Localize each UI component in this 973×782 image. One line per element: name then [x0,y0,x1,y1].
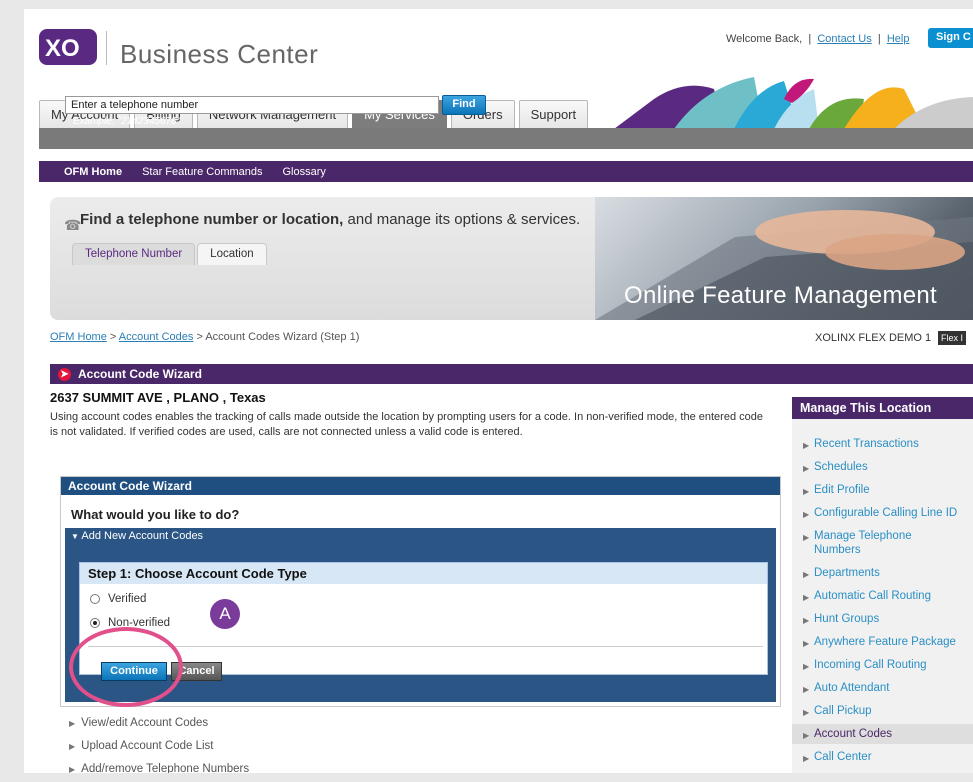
option-verified-label: Verified [108,593,147,605]
radio-non-verified[interactable] [90,618,100,628]
sign-in-button[interactable]: Sign C [928,28,973,48]
caret-right-icon: ▶ [803,708,810,717]
caret-right-icon: ▶ [803,685,810,694]
caret-down-icon: ▼ [71,532,79,541]
telephone-search-input[interactable]: Enter a telephone number [65,96,439,114]
caret-right-icon: ▶ [69,764,76,774]
wizard-description: Using account codes enables the tracking… [50,411,763,438]
subnav-glossary[interactable]: Glossary [283,166,326,178]
location-address: 2637 SUMMIT AVE , PLANO , Texas [50,390,266,405]
wizard-title: Account Code Wizard [78,367,202,381]
step-title: Step 1: Choose Account Code Type [80,563,767,584]
sub-navigation: OFM Home Star Feature Commands Glossary [39,161,973,182]
caret-right-icon: ▶ [803,593,810,602]
arrow-circle-icon: ➤ [58,367,71,381]
sidebar-item-schedules[interactable]: ▶ Schedules [792,460,973,474]
breadcrumb-account-codes[interactable]: Account Codes [119,331,194,343]
annotation-highlight-ring [69,627,183,707]
account-type-tag: Flex I [938,331,967,345]
search-example-hint: Example: "2142345678" [73,116,181,127]
caret-right-icon: ▶ [803,464,810,473]
sidebar-item-automatic-call-routing[interactable]: ▶ Automatic Call Routing [792,589,973,603]
account-name: XOLINX FLEX DEMO 1 [815,332,932,344]
sidebar-item-recent-transactions[interactable]: ▶ Recent Transactions [792,437,973,451]
search-tabs: Telephone Number Location [72,243,267,265]
caret-right-icon: ▶ [69,741,76,751]
manage-location-sidebar: Manage This Location ▶ Recent Transaction… [792,397,973,773]
sidebar-item-edit-profile[interactable]: ▶ Edit Profile [792,483,973,497]
svg-text:XO: XO [45,35,80,62]
sidebar-item-auto-attendant[interactable]: ▶ Auto Attendant [792,681,973,695]
caret-right-icon: ▶ [803,487,810,496]
caret-right-icon: ▶ [803,616,810,625]
breadcrumb-ofm-home[interactable]: OFM Home [50,331,107,343]
caret-right-icon: ▶ [803,662,810,671]
logo-divider [106,31,107,65]
link-add-remove-numbers[interactable]: ▶ Add/remove Telephone Numbers [69,763,249,773]
xo-logo[interactable]: XO [39,29,97,65]
caret-right-icon: ▶ [803,510,810,519]
help-link[interactable]: Help [887,33,910,45]
option-verified[interactable]: Verified [90,593,146,605]
welcome-text: Welcome Back, [726,33,803,45]
sidebar-item-call-center[interactable]: ▶ Call Center [792,750,973,764]
sidebar-item-anywhere-feature-package[interactable]: ▶ Anywhere Feature Package [792,635,973,649]
step-box: Step 1: Choose Account Code Type Verifie… [79,562,768,675]
tab-support[interactable]: Support [518,100,589,128]
wizard-panel-title: Account Code Wizard [61,477,780,495]
decorative-wave-graphic [614,77,973,129]
sidebar-item-incoming-call-routing[interactable]: ▶ Incoming Call Routing [792,658,973,672]
accordion-label: Add New Account Codes [81,530,204,542]
wizard-question: What would you like to do? [71,507,240,522]
business-center-page: XO Business Center Welcome Back, | Conta… [24,9,973,773]
caret-right-icon: ▶ [803,731,810,740]
caret-right-icon: ▶ [69,718,76,728]
breadcrumb-current: > Account Codes Wizard (Step 1) [193,331,360,343]
sidebar-item-hunt-groups[interactable]: ▶ Hunt Groups [792,612,973,626]
phone-icon: ☎ [64,217,82,233]
caret-right-icon: ▶ [803,570,810,579]
breadcrumb: OFM Home > Account Codes > Account Codes… [50,331,360,343]
radio-verified[interactable] [90,594,100,604]
contact-us-link[interactable]: Contact Us [817,33,871,45]
tab-telephone-number[interactable]: Telephone Number [72,243,196,265]
util-separator: | [805,33,815,45]
ofm-banner-title: Online Feature Management [624,282,938,309]
finder-title: Find a telephone number or location, and… [80,211,581,228]
wizard-title-bar: ➤ Account Code Wizard [50,364,973,384]
sidebar-item-departments[interactable]: ▶ Departments [792,566,973,580]
accordion-add-new-codes[interactable]: ▼ Add New Account Codes [65,528,776,544]
sidebar-item-call-pickup[interactable]: ▶ Call Pickup [792,704,973,718]
sidebar-item-calling-line-id[interactable]: ▶ Configurable Calling Line ID [792,506,973,520]
link-upload-code-list[interactable]: ▶ Upload Account Code List [69,740,214,752]
sidebar-title: Manage This Location [792,397,973,419]
caret-right-icon: ▶ [803,441,810,450]
tab-location[interactable]: Location [197,243,267,265]
annotation-badge: A [210,599,240,629]
caret-right-icon: ▶ [803,639,810,648]
subnav-ofm-home[interactable]: OFM Home [64,166,122,178]
tab-underline-band [39,128,973,149]
link-view-edit-codes[interactable]: ▶ View/edit Account Codes [69,717,208,729]
find-button[interactable]: Find [442,95,486,115]
sidebar-item-manage-numbers[interactable]: ▶ Manage Telephone Numbers [792,529,932,557]
find-banner: ☎ Find a telephone number or location, a… [50,197,973,320]
divider [88,646,763,647]
brand-title: Business Center [120,39,319,69]
util-separator: | [874,33,884,45]
utility-links: Welcome Back, | Contact Us | Help [726,33,909,45]
caret-right-icon: ▶ [803,533,810,542]
subnav-star-feature-commands[interactable]: Star Feature Commands [142,166,262,178]
caret-right-icon: ▶ [803,754,810,763]
sidebar-item-account-codes[interactable]: ▶ Account Codes [792,724,973,744]
